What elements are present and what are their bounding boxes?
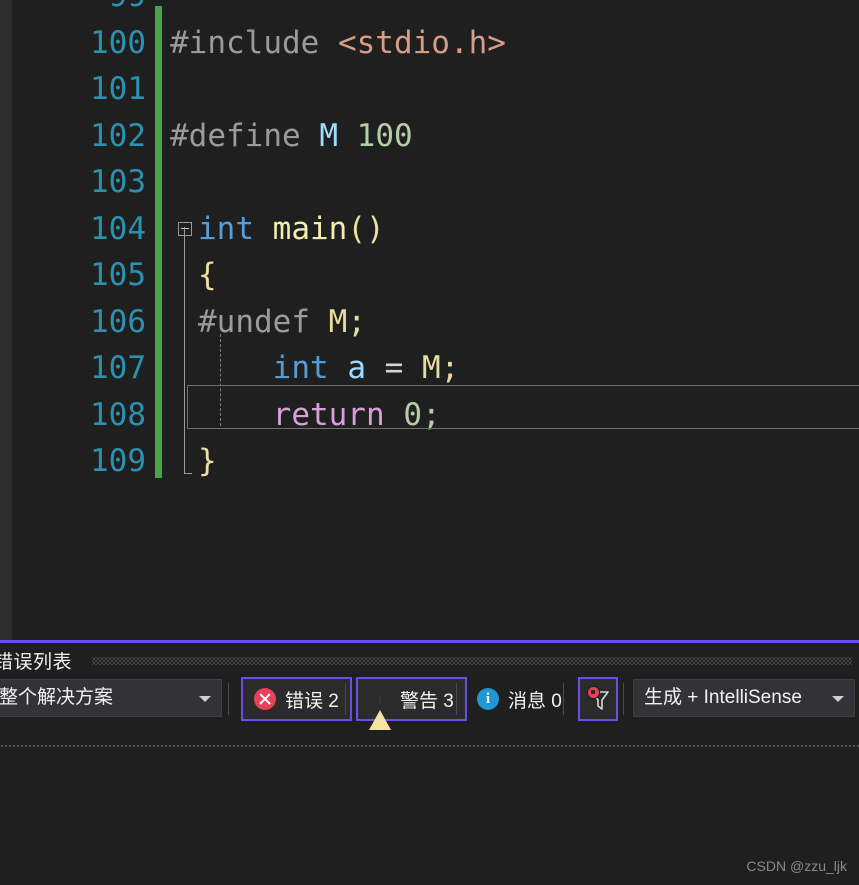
token-assign: = [384, 350, 404, 386]
errors-filter-label: 错误 2 [285, 690, 339, 712]
errors-filter-button[interactable]: 错误 2 [241, 677, 352, 721]
code-line[interactable]: 103 [12, 159, 859, 206]
token-include-directive: #include [170, 24, 320, 61]
filter-button[interactable] [578, 677, 618, 721]
token-undef-name: M; [328, 303, 366, 340]
scope-dropdown[interactable]: 整个解决方案 [0, 679, 222, 717]
code-line[interactable]: 101 [12, 66, 859, 113]
code-text: #undef M; [198, 299, 366, 346]
line-number: 99 [12, 0, 146, 20]
code-line[interactable]: 100 #include <stdio.h> [12, 20, 859, 67]
token-main: main [272, 210, 348, 247]
watermark: CSDN @zzu_ljk [746, 858, 847, 874]
messages-filter-label: 消息 0 [508, 690, 562, 712]
token-undef-directive: #undef [198, 303, 310, 340]
fold-guide-foot [184, 473, 192, 474]
token-brace-close: } [198, 443, 217, 479]
code-text: return 0; [198, 392, 441, 439]
error-list-toolbar[interactable]: 整个解决方案 错误 2 警告 3 i 消息 0 [0, 676, 859, 750]
token-parens: () [347, 210, 385, 247]
line-number: 100 [90, 24, 146, 61]
code-text: int main() [198, 206, 385, 253]
chevron-down-icon [199, 696, 211, 702]
panel-title: 错误列表 [0, 652, 73, 673]
token-include-header: <stdio.h> [337, 24, 506, 61]
code-lines: 99 100 #include <stdio.h> 101 102 #defin… [12, 0, 859, 485]
indent-guide [220, 334, 221, 426]
code-line[interactable]: 102 #define M 100 [12, 113, 859, 160]
code-text: int a = M; [198, 345, 460, 392]
token-define-directive: #define [170, 117, 301, 154]
code-editor[interactable]: 99 100 #include <stdio.h> 101 102 #defin… [0, 0, 859, 640]
line-number: 103 [90, 164, 146, 200]
toolbar-separator [345, 683, 346, 715]
line-number: 109 [90, 443, 146, 479]
code-line[interactable]: 99 [12, 0, 859, 20]
code-line[interactable]: 109 } [12, 438, 859, 485]
code-surface[interactable]: 99 100 #include <stdio.h> 101 102 #defin… [12, 0, 859, 640]
line-number: 105 [90, 257, 146, 293]
line-number: 108 [90, 396, 146, 433]
error-icon [254, 688, 276, 710]
panel-title-bar[interactable]: 错误列表 [0, 643, 859, 676]
fold-guide-line [184, 227, 185, 473]
line-number: 101 [90, 71, 146, 107]
chevron-down-icon [832, 696, 844, 702]
messages-filter-button[interactable]: i 消息 0 [466, 677, 573, 721]
scope-dropdown-value: 整个解决方案 [0, 687, 114, 708]
warnings-filter-button[interactable]: 警告 3 [356, 677, 467, 730]
build-source-dropdown[interactable]: 生成 + IntelliSense [633, 679, 855, 717]
code-line[interactable]: 106 #undef M; [12, 299, 859, 346]
editor-left-margin [0, 0, 12, 640]
code-text: { [198, 252, 217, 299]
token-brace-open: { [198, 257, 217, 293]
token-return: return [272, 396, 385, 433]
code-text: } [198, 438, 217, 485]
visual-studio-window: 99 100 #include <stdio.h> 101 102 #defin… [0, 0, 859, 885]
toolbar-separator [623, 683, 624, 715]
code-line[interactable]: 108 return 0; [12, 392, 859, 439]
code-text: #include <stdio.h> [170, 20, 506, 67]
code-line[interactable]: 105 { [12, 252, 859, 299]
toolbar-separator [456, 683, 457, 715]
info-icon: i [477, 688, 499, 710]
line-number: 106 [90, 303, 146, 340]
toolbar-separator [228, 683, 229, 715]
line-number: 102 [90, 117, 146, 154]
collapse-toggle-icon[interactable] [178, 221, 192, 236]
code-line[interactable]: 107 int a = M; [12, 345, 859, 392]
error-list-panel[interactable]: 错误列表 整个解决方案 错误 2 警告 3 i 消息 0 [0, 640, 859, 885]
warning-icon [369, 688, 391, 730]
line-number: 107 [90, 350, 146, 386]
build-source-value: 生成 + IntelliSense [644, 687, 802, 708]
code-line[interactable]: 104 int main() [12, 206, 859, 253]
token-decl-type: int [272, 350, 329, 386]
toolbar-separator [563, 683, 564, 715]
token-decl-var: a [347, 350, 366, 386]
macro-hint-dots [368, 149, 384, 154]
token-define-value: 100 [356, 117, 413, 154]
token-return-value: 0; [403, 396, 441, 433]
panel-drag-handle[interactable] [92, 657, 852, 665]
unsaved-change-bar [155, 6, 162, 478]
filter-active-badge [587, 686, 600, 699]
line-number: 104 [90, 210, 146, 247]
token-define-name: M [319, 117, 338, 154]
warnings-filter-label: 警告 3 [400, 690, 454, 712]
token-int: int [198, 210, 254, 247]
error-squiggle [439, 380, 461, 385]
toolbar-bottom-dots [0, 744, 859, 748]
